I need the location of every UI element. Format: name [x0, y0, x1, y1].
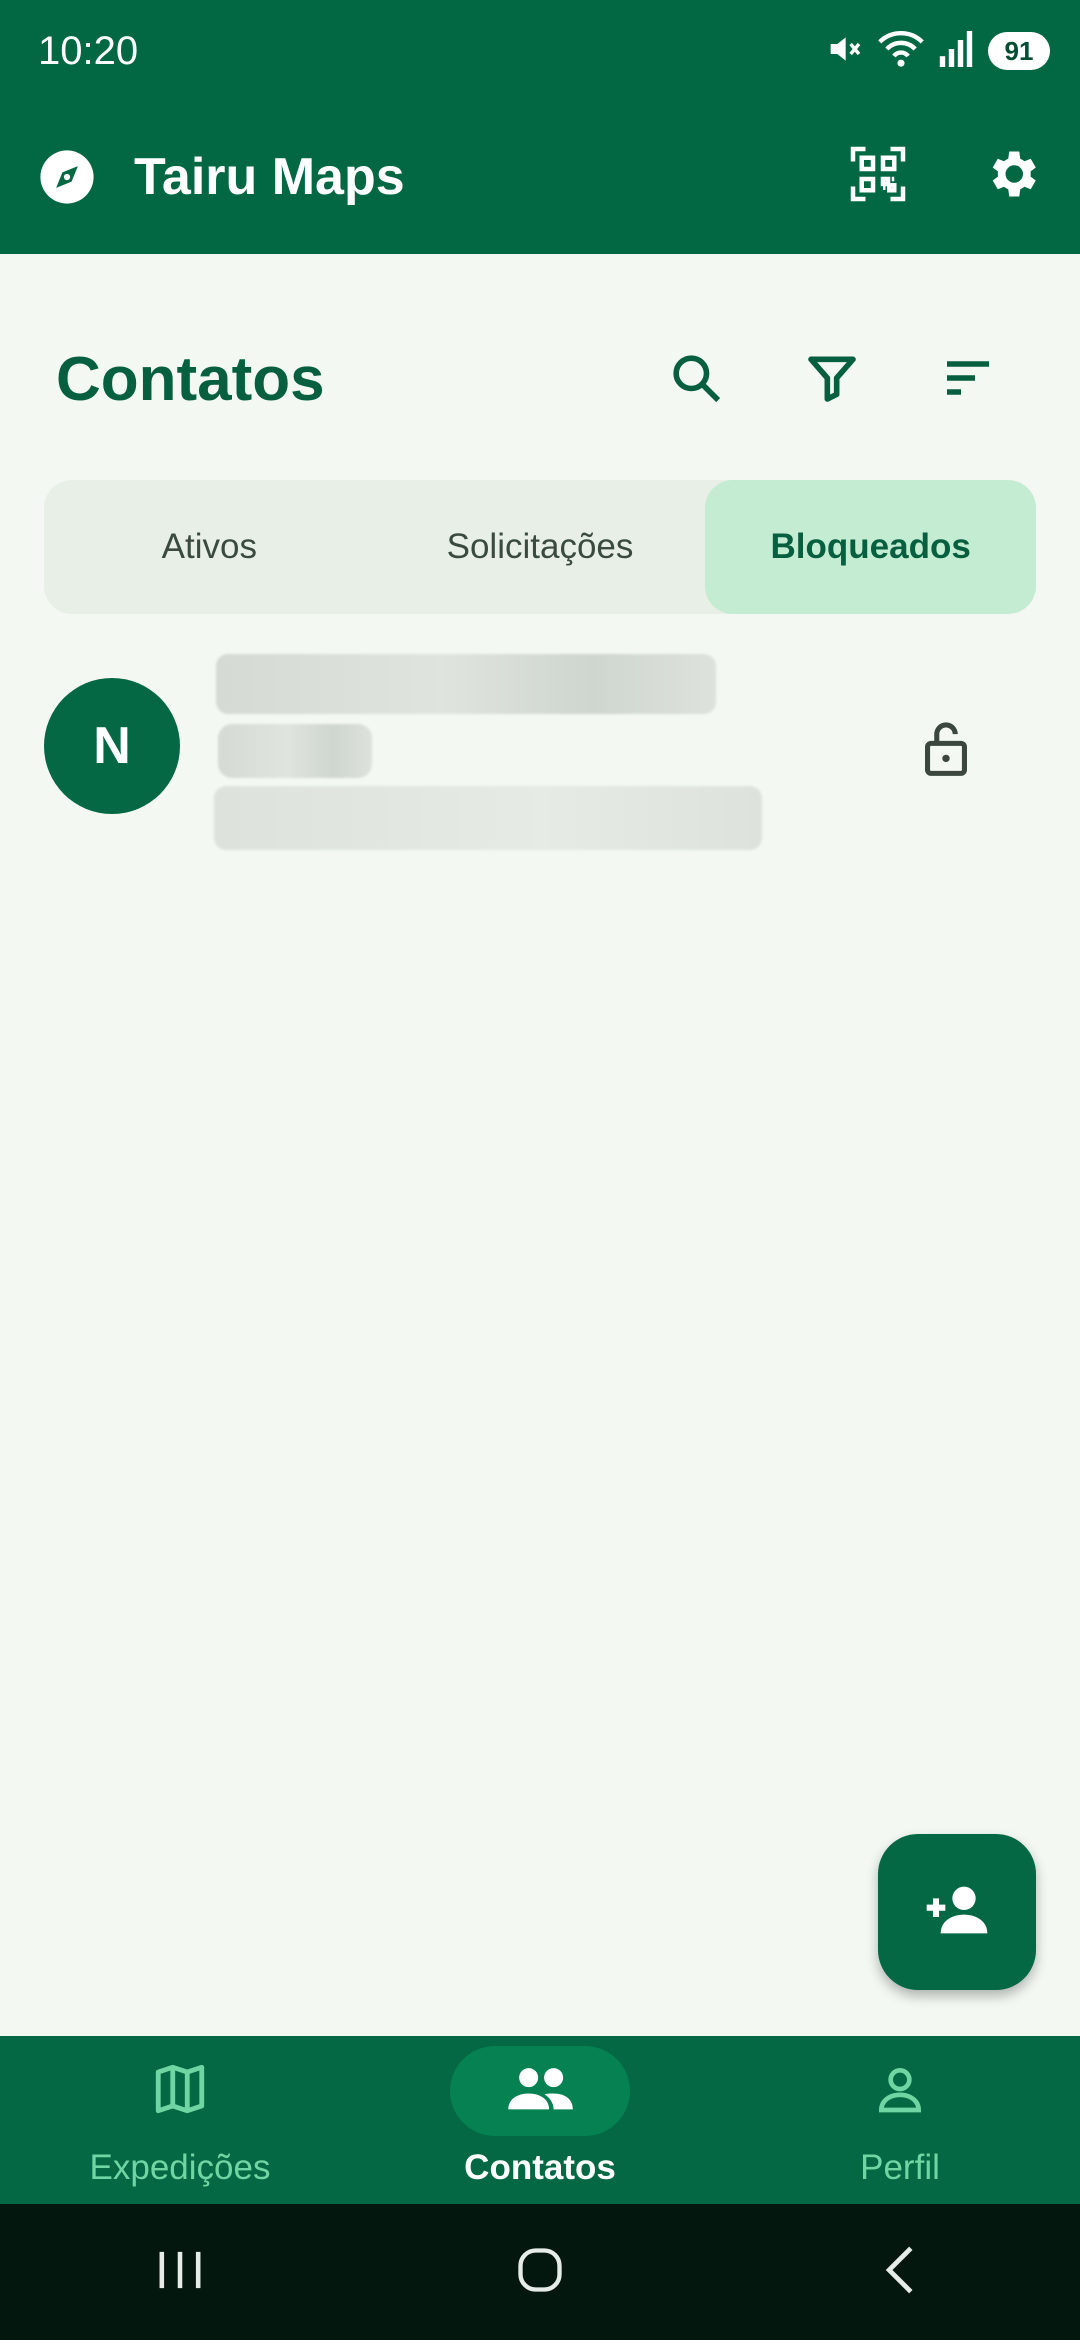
person-icon — [872, 2061, 928, 2122]
tab-bloqueados[interactable]: Bloqueados — [705, 480, 1037, 614]
contact-name-redacted — [216, 654, 716, 714]
battery-indicator: 91 — [988, 32, 1050, 70]
unblock-button[interactable] — [906, 710, 986, 790]
system-navigation-bar — [0, 2204, 1080, 2340]
back-icon — [878, 2244, 922, 2301]
nav-item-perfil[interactable]: Perfil — [720, 2036, 1080, 2204]
contact-handle-redacted — [218, 724, 372, 778]
sort-icon — [940, 350, 996, 411]
home-icon — [514, 2244, 566, 2301]
signal-icon — [938, 29, 974, 74]
unlock-icon — [918, 718, 974, 783]
recent-apps-icon — [155, 2247, 205, 2298]
tab-ativos[interactable]: Ativos — [44, 480, 375, 614]
qr-code-button[interactable] — [842, 140, 914, 212]
nav-label: Contatos — [464, 2148, 616, 2187]
page-title: Contatos — [56, 345, 325, 414]
nav-item-expedicoes[interactable]: Expedições — [0, 2036, 360, 2204]
nav-pill — [90, 2046, 270, 2136]
nav-label: Expedições — [89, 2148, 271, 2187]
recent-apps-button[interactable] — [120, 2222, 240, 2322]
home-button[interactable] — [480, 2222, 600, 2322]
qr-code-icon — [848, 144, 908, 209]
compass-icon — [38, 148, 96, 206]
sort-button[interactable] — [928, 340, 1008, 420]
list-item[interactable]: N — [0, 650, 1080, 860]
contacts-tabs: Ativos Solicitações Bloqueados — [44, 480, 1037, 614]
status-time: 10:20 — [38, 29, 139, 73]
tab-solicitacoes[interactable]: Solicitações — [375, 480, 706, 614]
gear-icon — [982, 144, 1042, 209]
top-app-bar: 10:20 91 Tairu Maps — [0, 0, 1080, 254]
avatar: N — [44, 678, 180, 814]
wifi-icon — [878, 29, 924, 74]
nav-pill — [450, 2046, 630, 2136]
filter-button[interactable] — [792, 340, 872, 420]
map-icon — [151, 2060, 209, 2123]
bottom-navigation: Expedições Contatos Perfil — [0, 2036, 1080, 2204]
mute-icon — [824, 29, 864, 74]
search-icon — [668, 350, 724, 411]
search-button[interactable] — [656, 340, 736, 420]
contact-detail-redacted — [214, 786, 762, 850]
nav-label: Perfil — [860, 2148, 940, 2187]
add-person-icon — [922, 1882, 992, 1943]
group-icon — [506, 2064, 574, 2119]
app-title: Tairu Maps — [134, 148, 405, 206]
filter-icon — [804, 350, 860, 411]
nav-item-contatos[interactable]: Contatos — [360, 2036, 720, 2204]
nav-pill — [810, 2046, 990, 2136]
status-icons: 91 — [824, 28, 1050, 74]
add-contact-button[interactable] — [878, 1834, 1036, 1990]
settings-button[interactable] — [976, 140, 1048, 212]
back-button[interactable] — [840, 2222, 960, 2322]
